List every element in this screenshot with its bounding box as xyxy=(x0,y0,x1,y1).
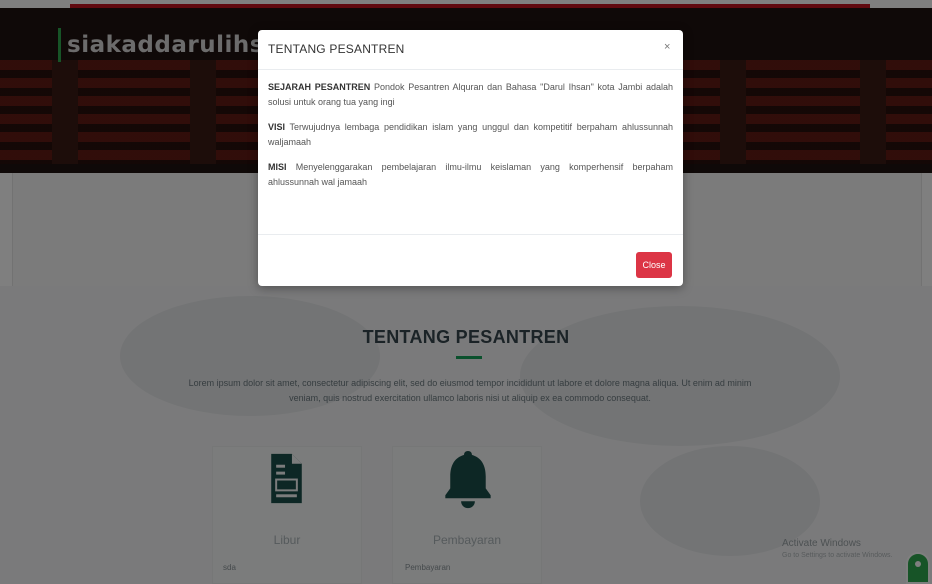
about-modal: TENTANG PESANTREN × SEJARAH PESANTREN Po… xyxy=(258,30,683,286)
sejarah-label: SEJARAH PESANTREN xyxy=(268,82,371,92)
sejarah-paragraph: SEJARAH PESANTREN Pondok Pesantren Alqur… xyxy=(268,80,673,110)
visi-text: Terwujudnya lembaga pendidikan islam yan… xyxy=(268,122,673,147)
visi-paragraph: VISI Terwujudnya lembaga pendidikan isla… xyxy=(268,120,673,150)
misi-paragraph: MISI Menyelenggarakan pembelajaran ilmu-… xyxy=(268,160,673,190)
close-button[interactable]: Close xyxy=(636,252,672,278)
misi-text: Menyelenggarakan pembelajaran ilmu-ilmu … xyxy=(268,162,673,187)
modal-footer: Close xyxy=(258,234,683,286)
modal-title: TENTANG PESANTREN xyxy=(268,42,405,56)
visi-label: VISI xyxy=(268,122,286,132)
close-icon[interactable]: × xyxy=(664,41,670,53)
modal-body: SEJARAH PESANTREN Pondok Pesantren Alqur… xyxy=(268,80,673,200)
modal-header: TENTANG PESANTREN × xyxy=(258,30,683,70)
misi-label: MISI xyxy=(268,162,287,172)
